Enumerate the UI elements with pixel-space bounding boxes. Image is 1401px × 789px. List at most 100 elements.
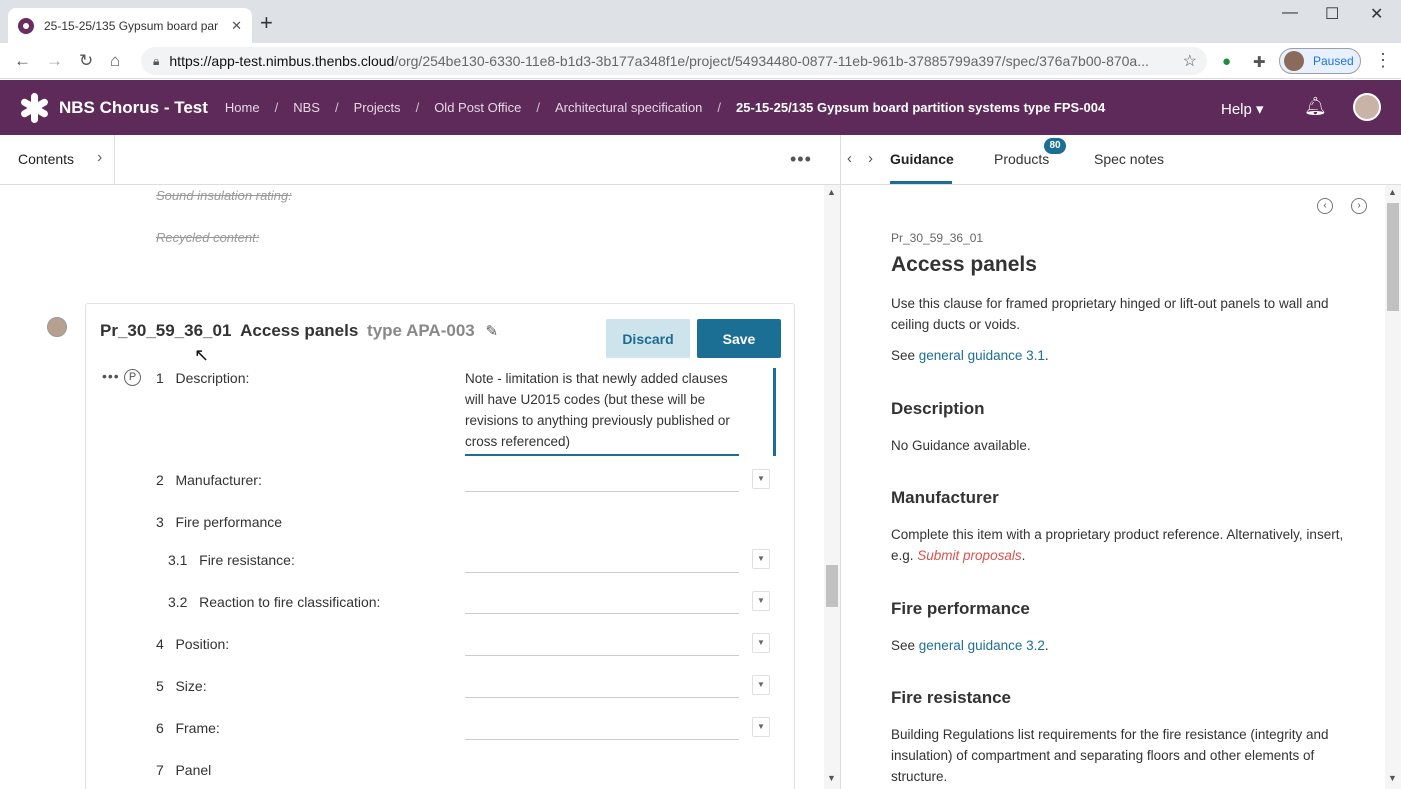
browser-tab-bar: 25-15-25/135 Gypsum board par ✕ + — ☐ ✕ [0, 0, 1401, 43]
frame-field[interactable] [465, 739, 739, 740]
profile-status: Paused [1313, 54, 1354, 68]
section-description: Description [891, 399, 985, 418]
guidance-scrollbar[interactable]: ▲ ▼ [1385, 185, 1401, 789]
reload-icon[interactable]: ↻ [79, 51, 93, 71]
contents-toggle[interactable]: Contents [18, 151, 74, 167]
tab-products[interactable]: Products [994, 151, 1049, 167]
item-label: Frame: [175, 720, 220, 736]
minimize-icon[interactable]: — [1282, 4, 1298, 22]
tab-spec-notes[interactable]: Spec notes [1094, 151, 1164, 167]
clause-name: Access panels [240, 321, 359, 340]
item-number: 1 [156, 370, 164, 386]
position-field[interactable] [465, 655, 739, 656]
scroll-down-icon[interactable]: ▼ [827, 773, 836, 783]
editor-scrollbar[interactable]: ▲ ▼ [824, 185, 840, 789]
dropdown-chevron-icon[interactable]: ▼ [752, 549, 770, 569]
user-avatar[interactable] [1353, 93, 1381, 121]
forward-icon[interactable]: → [46, 51, 63, 71]
discard-button[interactable]: Discard [606, 319, 690, 358]
struck-item-sound-insulation: Sound insulation rating: [156, 188, 292, 203]
period: . [1021, 548, 1026, 563]
description-field[interactable]: Note - limitation is that newly added cl… [465, 368, 739, 452]
item-label: Description: [175, 370, 250, 386]
size-field[interactable] [465, 697, 739, 698]
previous-circle-icon[interactable]: ‹ [1317, 198, 1333, 214]
home-icon[interactable]: ⌂ [110, 51, 120, 71]
guidance-intro: Use this clause for framed proprietary h… [891, 296, 1329, 332]
window-close-icon[interactable]: ✕ [1370, 4, 1383, 24]
scroll-up-icon[interactable]: ▲ [1388, 187, 1397, 197]
reaction-to-fire-field[interactable] [465, 613, 739, 614]
tab-title: 25-15-25/135 Gypsum board par [44, 18, 219, 33]
item-frame: 6 Frame: [156, 720, 220, 736]
profile-button[interactable]: Paused [1279, 48, 1361, 74]
link-general-guidance-31[interactable]: general guidance 3.1 [919, 348, 1045, 363]
scrollbar-thumb[interactable] [826, 565, 838, 607]
dropdown-chevron-icon[interactable]: ▼ [752, 591, 770, 611]
link-general-guidance-32[interactable]: general guidance 3.2 [919, 638, 1045, 653]
guidance-see-31: See general guidance 3.1. [891, 345, 1361, 366]
browser-menu-icon[interactable]: ⋮ [1374, 50, 1392, 71]
item-number: 3.2 [168, 594, 188, 610]
breadcrumb-nbs[interactable]: NBS [293, 100, 320, 115]
url-path: /org/254be130-6330-11e8-b1d3-3b177a348f1… [394, 53, 1149, 69]
notifications-bell-icon[interactable]: 🔔︎ [1304, 96, 1327, 117]
next-circle-icon[interactable]: › [1351, 198, 1367, 214]
tab-close-icon[interactable]: ✕ [231, 18, 242, 34]
breadcrumb-projects[interactable]: Projects [354, 100, 401, 115]
tab-guidance[interactable]: Guidance [890, 151, 954, 167]
description-guidance: No Guidance available. [891, 438, 1031, 453]
active-tab-underline [890, 181, 952, 184]
maximize-icon[interactable]: ☐ [1325, 4, 1339, 24]
fire-resistance-field[interactable] [465, 572, 739, 573]
bookmark-star-icon[interactable]: ☆ [1183, 51, 1197, 71]
item-fire-performance: 3 Fire performance [156, 514, 282, 530]
dropdown-chevron-icon[interactable]: ▼ [752, 717, 770, 737]
nbs-logo-icon[interactable] [19, 92, 50, 123]
item-number: 7 [156, 762, 164, 778]
item-reaction-to-fire: 3.2 Reaction to fire classification: [168, 594, 380, 610]
chevron-right-icon[interactable]: › [97, 149, 102, 167]
back-icon[interactable]: ← [14, 51, 31, 71]
scroll-down-icon[interactable]: ▼ [1388, 773, 1397, 783]
extension-green-icon[interactable]: ● [1222, 53, 1231, 70]
submit-proposals-text: Submit proposals [917, 548, 1022, 563]
nbs-favicon-icon [18, 17, 34, 34]
lock-icon[interactable]: 🔒︎ [153, 54, 159, 69]
dropdown-chevron-icon[interactable]: ▼ [752, 469, 770, 489]
breadcrumb-home[interactable]: Home [225, 100, 260, 115]
dropdown-chevron-icon[interactable]: ▼ [752, 675, 770, 695]
browser-tab[interactable]: 25-15-25/135 Gypsum board par ✕ [8, 8, 252, 43]
more-options-icon[interactable]: ••• [790, 149, 812, 170]
item-description: 1 Description: [156, 370, 249, 386]
editor-toolbar: Contents › ••• [0, 135, 840, 185]
clause-type: type APA-003 [367, 321, 475, 340]
p-badge-icon[interactable]: P [124, 369, 141, 386]
item-number: 5 [156, 678, 164, 694]
extensions-puzzle-icon[interactable]: ✚ [1253, 53, 1266, 71]
save-button[interactable]: Save [697, 319, 781, 358]
item-number: 4 [156, 636, 164, 652]
scroll-up-icon[interactable]: ▲ [827, 187, 836, 197]
guidance-code: Pr_30_59_36_01 [891, 231, 984, 245]
breadcrumb-spec[interactable]: Architectural specification [555, 100, 702, 115]
breadcrumb-separator: / [415, 100, 420, 115]
scrollbar-thumb[interactable] [1387, 203, 1399, 311]
chevron-left-icon[interactable]: ‹ [847, 150, 852, 167]
guidance-title: Access panels [891, 253, 1037, 276]
guidance-see-32: See general guidance 3.2. [891, 635, 1361, 656]
help-menu[interactable]: Help ▾ [1221, 100, 1264, 118]
manufacturer-field[interactable] [465, 491, 739, 492]
chevron-right-icon[interactable]: › [868, 150, 873, 167]
manufacturer-guidance: Complete this item with a proprietary pr… [891, 524, 1361, 566]
new-tab-button[interactable]: + [260, 12, 273, 34]
item-label: Panel [175, 762, 212, 778]
url-input[interactable]: 🔒︎ https://app-test.nimbus.thenbs.cloud/… [141, 47, 1207, 75]
breadcrumb-project[interactable]: Old Post Office [434, 100, 521, 115]
products-count-badge: 80 [1044, 138, 1066, 154]
app-title[interactable]: NBS Chorus - Test [59, 98, 208, 118]
edit-pencil-icon[interactable]: ✎ [485, 323, 498, 340]
dropdown-chevron-icon[interactable]: ▼ [752, 633, 770, 653]
row-options-icon[interactable]: ••• [102, 368, 120, 384]
clause-author-avatar[interactable] [47, 317, 67, 337]
